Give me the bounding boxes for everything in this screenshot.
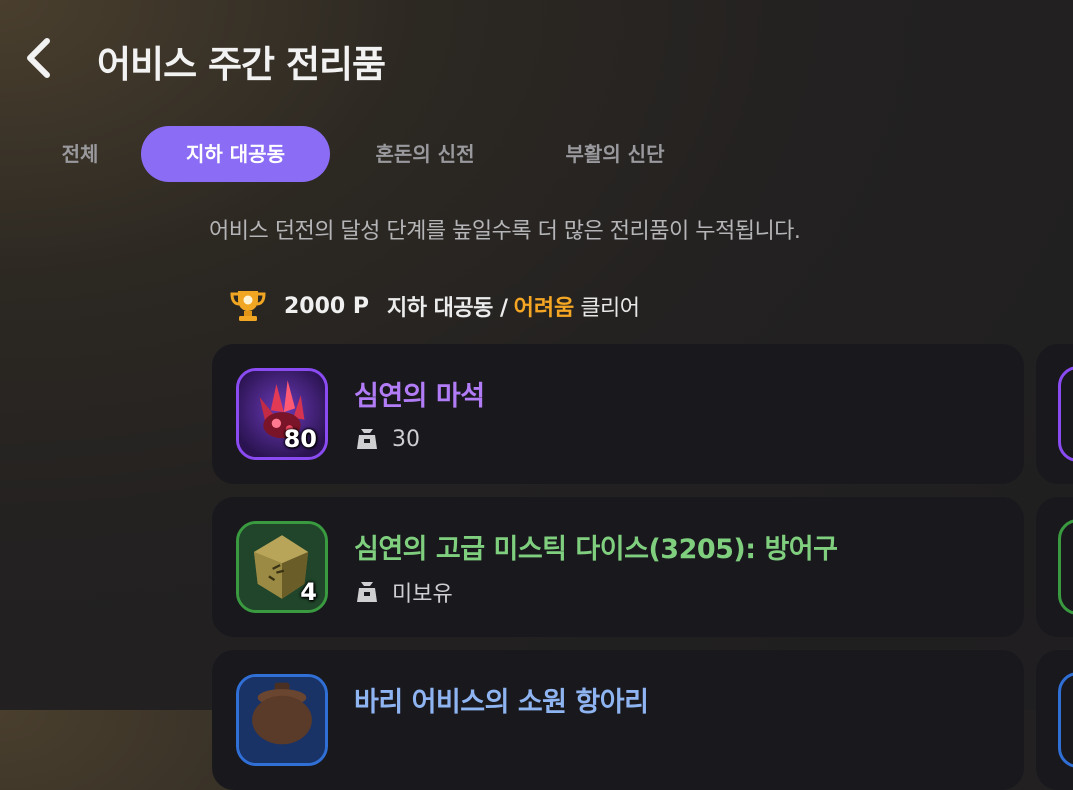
- owned-value: 30: [392, 426, 420, 452]
- reward-item-card-next[interactable]: [1036, 344, 1073, 484]
- item-name: 심연의 고급 미스틱 다이스(3205): 방어구: [354, 534, 838, 565]
- reward-item-card-next[interactable]: [1036, 497, 1073, 637]
- reward-item-card[interactable]: 바리 어비스의 소원 항아리: [212, 650, 1024, 790]
- item-icon-frame: 4: [236, 521, 328, 613]
- header: 어비스 주간 전리품: [0, 0, 1073, 118]
- owned-count: 30: [354, 424, 420, 454]
- tab-resurrection-altar[interactable]: 부활의 신단: [540, 126, 690, 182]
- item-icon-frame: [1058, 366, 1073, 462]
- item-name: 바리 어비스의 소원 항아리: [354, 687, 649, 718]
- item-icon-frame: [1058, 519, 1073, 615]
- item-name: 심연의 마석: [354, 381, 485, 412]
- reward-points: 2000 P: [284, 293, 370, 319]
- condition-dungeon: 지하 대공동 /: [387, 296, 508, 321]
- trophy-icon: [230, 291, 266, 321]
- difficulty-label: 어려움: [513, 296, 575, 321]
- reward-item-card[interactable]: 4 심연의 고급 미스틱 다이스(3205): 방어구 미보유: [212, 497, 1024, 637]
- inventory-pouch-icon: [357, 429, 377, 449]
- owned-count: 미보유: [354, 577, 453, 607]
- owned-value: 미보유: [392, 582, 453, 607]
- item-quantity: 80: [283, 425, 317, 453]
- description-text: 어비스 던전의 달성 단계를 높일수록 더 많은 전리품이 누적됩니다.: [209, 219, 801, 244]
- condition-clear: 클리어: [580, 296, 640, 321]
- item-icon-frame: 80: [236, 368, 328, 460]
- tab-underground-cavern[interactable]: 지하 대공동: [141, 126, 330, 182]
- item-icon-frame: [236, 674, 328, 766]
- tab-chaos-temple[interactable]: 혼돈의 신전: [350, 126, 500, 182]
- reward-item-card-next[interactable]: [1036, 650, 1073, 790]
- reward-condition: 2000 P 지하 대공동 / 어려움 클리어: [228, 286, 640, 326]
- item-quantity: 4: [300, 578, 317, 606]
- inventory-pouch-icon: [357, 582, 377, 602]
- jar-icon: [239, 677, 325, 763]
- tab-bar: 전체 지하 대공동 혼돈의 신전 부활의 신단: [0, 124, 1073, 184]
- tab-all[interactable]: 전체: [40, 126, 120, 182]
- item-icon-frame: [1058, 672, 1073, 768]
- chevron-left-icon: [27, 38, 50, 78]
- reward-item-card[interactable]: 80 심연의 마석 30: [212, 344, 1024, 484]
- back-button[interactable]: [18, 34, 64, 82]
- page-title: 어비스 주간 전리품: [97, 43, 386, 86]
